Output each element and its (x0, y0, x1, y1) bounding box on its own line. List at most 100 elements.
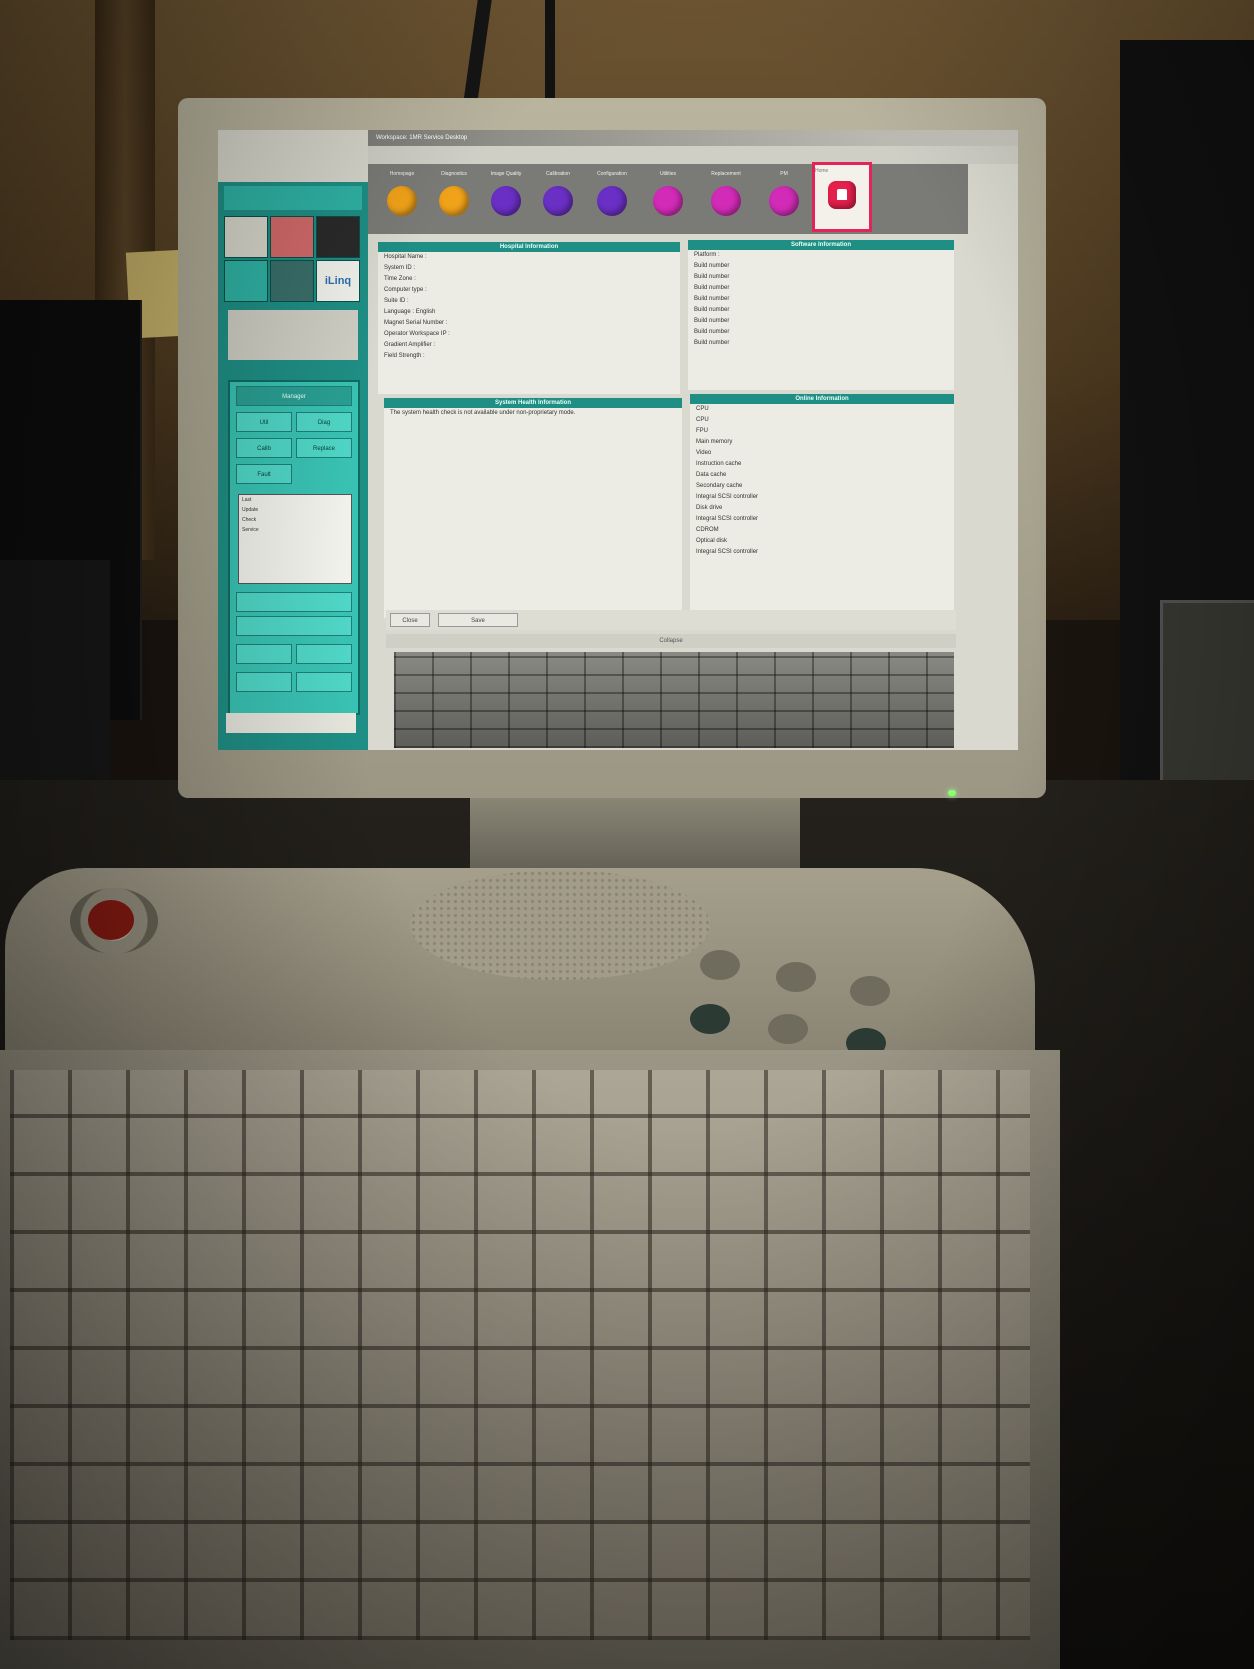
info-line: Video (696, 450, 712, 456)
online-info-panel: Online Information CPU CPU FPU Main memo… (690, 394, 954, 618)
nav-label: Utilities (659, 171, 677, 177)
info-line: Gradient Amplifier : (384, 342, 436, 348)
info-line: Operator Workspace IP : (384, 331, 450, 337)
list-item[interactable]: Last (239, 495, 351, 505)
console-button[interactable] (850, 976, 890, 1006)
info-line: Computer type : (384, 287, 427, 293)
info-line: Suite ID : (384, 298, 409, 304)
nav-label: Diagnostics (441, 171, 467, 177)
left-panel-title (224, 186, 362, 210)
photo-scene: iLinq Manager Util Diag Calib Replace Fa… (0, 0, 1254, 1669)
service-button[interactable] (236, 616, 352, 636)
console-button[interactable] (776, 962, 816, 992)
console-button[interactable] (700, 950, 740, 980)
info-line: Data cache (696, 472, 727, 478)
info-line: Build number (694, 340, 730, 346)
info-line: CDROM (696, 527, 719, 533)
configuration-icon (597, 186, 627, 216)
tile-1[interactable] (224, 216, 268, 258)
list-item[interactable]: Check (239, 515, 351, 525)
fault-button[interactable]: Fault (236, 464, 292, 484)
info-line: Integral SCSI controller (696, 549, 759, 555)
nav-image-quality[interactable]: Image Quality (478, 168, 534, 230)
manager-header: Manager (236, 386, 352, 406)
info-line: Field Strength : (384, 353, 425, 359)
list-item[interactable]: Update (239, 505, 351, 515)
nav-label: Homepage (389, 171, 415, 177)
nav-diagnostics[interactable]: Diagnostics (426, 168, 482, 230)
option-button[interactable] (236, 644, 292, 664)
info-line: Build number (694, 318, 730, 324)
stone-wallpaper (394, 652, 954, 748)
option-button[interactable] (296, 672, 352, 692)
keyboard-keys[interactable] (10, 1070, 1030, 1640)
nav-home[interactable]: Home (812, 162, 872, 232)
console-button[interactable] (690, 1004, 730, 1034)
info-line: Time Zone : (384, 276, 416, 282)
save-button[interactable]: Save (438, 613, 518, 627)
close-button[interactable]: Close (390, 613, 430, 627)
nav-calibration[interactable]: Calibration (530, 168, 586, 230)
replace-button[interactable]: Replace (296, 438, 352, 458)
list-item[interactable]: Service (239, 525, 351, 535)
tile-5[interactable] (270, 260, 314, 302)
console-button[interactable] (768, 1014, 808, 1044)
cable (545, 0, 555, 110)
collapse-bar[interactable]: Collapse (386, 634, 956, 648)
left-panel: iLinq Manager Util Diag Calib Replace Fa… (218, 130, 368, 750)
nav-label: PM (780, 171, 788, 177)
info-line: Disk drive (696, 505, 723, 511)
status-list[interactable]: Last Update Check Service (238, 494, 352, 584)
info-line: Build number (694, 285, 730, 291)
pm-icon (769, 186, 799, 216)
diagnostics-icon (439, 186, 469, 216)
monitor-stand (470, 790, 800, 880)
manager-panel: Manager Util Diag Calib Replace Fault La… (228, 380, 360, 715)
panel-title: Online Information (690, 394, 954, 404)
info-line: The system health check is not available… (390, 410, 576, 416)
replacement-icon (711, 186, 741, 216)
nav-label: Configuration (597, 171, 627, 177)
nav-label: Replacement (711, 171, 741, 177)
info-line: Language : English (384, 309, 436, 315)
info-line: Instruction cache (696, 461, 742, 467)
left-panel-footer (226, 713, 356, 733)
emergency-stop-icon (88, 900, 134, 940)
nav-label: Home (815, 168, 829, 174)
option-button[interactable] (236, 672, 292, 692)
tile-4[interactable] (224, 260, 268, 302)
nav-replacement[interactable]: Replacement (698, 168, 754, 230)
tile-2[interactable] (270, 216, 314, 258)
nav-homepage[interactable]: Homepage (374, 168, 430, 230)
system-health-panel: System Health Information The system hea… (384, 398, 682, 618)
info-line: Magnet Serial Number : (384, 320, 448, 326)
monitor-screen: iLinq Manager Util Diag Calib Replace Fa… (218, 130, 1018, 750)
start-button[interactable] (236, 592, 352, 612)
panel-title: System Health Information (384, 398, 682, 408)
nav-label: Calibration (546, 171, 570, 177)
nav-utilities[interactable]: Utilities (640, 168, 696, 230)
power-led (948, 790, 956, 796)
info-line: Build number (694, 296, 730, 302)
ilinq-tile[interactable]: iLinq (316, 260, 360, 302)
nav-bar: Homepage Diagnostics Image Quality Calib… (368, 162, 968, 234)
info-line: Main memory (696, 439, 733, 445)
button-strip: Close Save (386, 610, 956, 630)
option-button[interactable] (296, 644, 352, 664)
util-button[interactable]: Util (236, 412, 292, 432)
info-line: Build number (694, 263, 730, 269)
tile-3[interactable] (316, 216, 360, 258)
info-line: FPU (696, 428, 708, 434)
hospital-info-panel: Hospital Information Hospital Name : Sys… (378, 242, 680, 394)
nav-pm[interactable]: PM (756, 168, 812, 230)
diag-button[interactable]: Diag (296, 412, 352, 432)
toolbar (368, 146, 1018, 164)
speaker-grille (410, 870, 710, 980)
calib-button[interactable]: Calib (236, 438, 292, 458)
left-panel-header (218, 130, 368, 182)
panel-title: Hospital Information (378, 242, 680, 252)
nav-configuration[interactable]: Configuration (584, 168, 640, 230)
home-icon (828, 181, 856, 209)
utilities-icon (653, 186, 683, 216)
info-line: Integral SCSI controller (696, 494, 759, 500)
